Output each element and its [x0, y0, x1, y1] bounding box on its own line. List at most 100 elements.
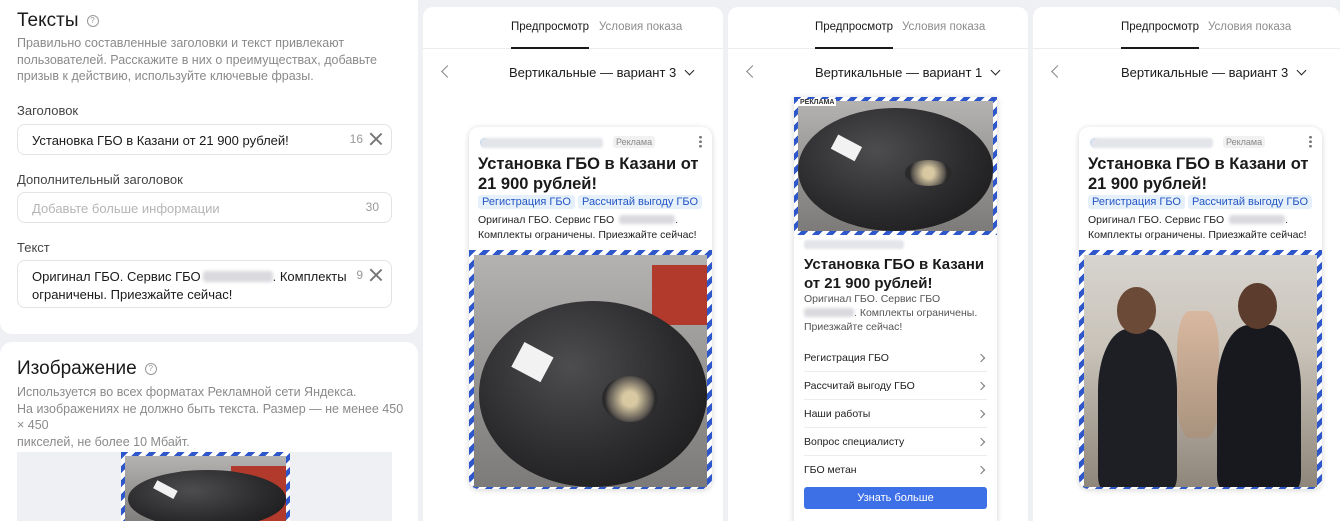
more-icon[interactable]: [1309, 135, 1312, 148]
help-icon[interactable]: ?: [144, 363, 157, 375]
cta-button[interactable]: Узнать больше: [804, 487, 987, 509]
chevron-left-icon[interactable]: [441, 65, 454, 78]
headline-counter: 16: [349, 132, 363, 146]
image-heading: Изображение?: [17, 358, 157, 380]
ad-image-frame: [1079, 250, 1322, 489]
tab-conditions[interactable]: Условия показа: [599, 21, 682, 33]
blurred-text: [804, 308, 854, 317]
variant-select[interactable]: Вертикальные — вариант 3: [1121, 65, 1307, 80]
ad-label: Реклама: [613, 136, 656, 148]
chevron-down-icon: [684, 65, 695, 76]
extra-headline-placeholder: Добавьте больше информации: [32, 201, 220, 216]
blurred-domain: [804, 240, 904, 249]
sitelink[interactable]: Рассчитай выгоду ГБО: [1187, 195, 1313, 209]
text-value: Оригинал ГБО. Сервис ГБО . Комплекты огран…: [32, 268, 347, 304]
sitelink[interactable]: Рассчитай выгоду ГБО: [577, 195, 703, 209]
text-value-part: Оригинал ГБО. Сервис ГБО: [32, 269, 201, 284]
ad-body: Оригинал ГБО. Сервис ГБО . Комплекты огра…: [478, 213, 708, 243]
blurred-domain: [481, 138, 603, 148]
variant-select[interactable]: Вертикальные — вариант 3: [509, 65, 695, 80]
more-icon[interactable]: [699, 135, 702, 148]
preview-tabs: Предпросмотр Условия показа: [423, 7, 723, 49]
tab-conditions[interactable]: Условия показа: [1208, 21, 1291, 33]
ad-title[interactable]: Установка ГБО в Казани от 21 900 рублей!: [804, 255, 994, 293]
gas-tank-image: [474, 255, 707, 487]
ad-body-part: Оригинал ГБО. Сервис ГБО: [1088, 214, 1225, 226]
ad-body-part: . Комплекты ограничены.: [854, 307, 978, 319]
ad-body-part: Комплекты ограничены. Приезжайте сейчас!: [478, 229, 697, 241]
tab-preview[interactable]: Предпросмотр: [1121, 21, 1199, 49]
ad-title[interactable]: Установка ГБО в Казани от 21 900 рублей!: [1088, 154, 1318, 194]
sitelink-row[interactable]: Регистрация ГБО: [804, 344, 987, 372]
sitelink-row[interactable]: Рассчитай выгоду ГБО: [804, 372, 987, 400]
image-description: Используется во всех форматах Рекламной …: [17, 384, 407, 450]
sitelink[interactable]: Регистрация ГБО: [478, 195, 575, 209]
chevron-down-icon: [1296, 65, 1307, 76]
text-label: Текст: [17, 240, 50, 255]
ad-sitelinks: Регистрация ГБО Рассчитай выгоду ГБО: [478, 195, 705, 209]
gas-tank-image: [798, 101, 993, 231]
ad-editor: Тексты? Правильно составленные заголовки…: [0, 0, 418, 521]
headline-label: Заголовок: [17, 103, 79, 118]
chevron-down-icon: [990, 65, 1001, 76]
tab-conditions[interactable]: Условия показа: [902, 21, 985, 33]
ad-preview-card: Реклама Установка ГБО в Казани от 21 900…: [1079, 127, 1322, 489]
ad-body-part: .: [1285, 214, 1289, 226]
ad-body: Оригинал ГБО. Сервис ГБО . Комплекты огра…: [1088, 213, 1318, 243]
app-root: Тексты? Правильно составленные заголовки…: [0, 0, 1340, 521]
clear-icon[interactable]: [369, 132, 383, 146]
image-desc-line: пикселей, не более 10 Мбайт.: [17, 434, 190, 449]
tab-preview[interactable]: Предпросмотр: [815, 21, 893, 49]
ad-body-part: Оригинал ГБО. Сервис ГБО: [804, 293, 941, 305]
variant-select[interactable]: Вертикальные — вариант 1: [815, 65, 1001, 80]
blurred-text: [619, 215, 676, 224]
variant-label: Вертикальные — вариант 3: [509, 65, 677, 80]
texts-description: Правильно составленные заголовки и текст…: [17, 36, 377, 83]
variant-label: Вертикальные — вариант 3: [1121, 65, 1289, 80]
help-icon[interactable]: ?: [86, 15, 99, 27]
image-desc-line: Используется во всех форматах Рекламной …: [17, 385, 357, 399]
image-upload-preview[interactable]: [17, 452, 392, 521]
tab-preview[interactable]: Предпросмотр: [511, 21, 589, 49]
chevron-left-icon[interactable]: [1051, 65, 1064, 78]
variant-label: Вертикальные — вариант 1: [815, 65, 983, 80]
texts-title: Тексты: [17, 10, 79, 31]
clear-icon[interactable]: [369, 268, 383, 282]
blurred-text: [1229, 215, 1286, 224]
headline-value: Установка ГБО в Казани от 21 900 рублей!: [32, 133, 289, 148]
image-title: Изображение: [17, 358, 137, 379]
headline-field[interactable]: Установка ГБО в Казани от 21 900 рублей!…: [17, 124, 392, 155]
people-photo: [1084, 255, 1317, 487]
extra-headline-field[interactable]: Добавьте больше информации 30: [17, 192, 392, 223]
text-value-part: . Комплекты: [272, 269, 347, 284]
preview-panel-2: Предпросмотр Условия показа Вертикальные…: [728, 7, 1028, 521]
text-value-part: ограничены. Приезжайте сейчас!: [32, 287, 233, 302]
preview-panel-1: Предпросмотр Условия показа Вертикальные…: [423, 7, 723, 521]
text-field[interactable]: Оригинал ГБО. Сервис ГБО . Комплекты огран…: [17, 260, 392, 308]
ad-body: Оригинал ГБО. Сервис ГБО . Комплекты огра…: [804, 292, 994, 334]
ad-title[interactable]: Установка ГБО в Казани от 21 900 рублей!: [478, 154, 708, 194]
blurred-text: [202, 271, 273, 282]
texts-section: Тексты? Правильно составленные заголовки…: [0, 0, 418, 334]
ad-body-part: Оригинал ГБО. Сервис ГБО: [478, 214, 615, 226]
extra-headline-counter: 30: [365, 200, 379, 214]
ad-body-part: .: [675, 214, 679, 226]
preview-tabs: Предпросмотр Условия показа: [1033, 7, 1340, 49]
ad-body-part: Комплекты ограничены. Приезжайте сейчас!: [1088, 229, 1307, 241]
image-desc-line: На изображениях не должно быть текста. Р…: [17, 401, 404, 433]
sitelink-row[interactable]: ГБО метан: [804, 456, 987, 484]
sitelink[interactable]: Регистрация ГБО: [1088, 195, 1185, 209]
variant-switcher: Вертикальные — вариант 3: [423, 63, 723, 83]
sitelink-row[interactable]: Вопрос специалисту: [804, 428, 987, 456]
ad-sitelinks: Регистрация ГБО Рассчитай выгоду ГБО: [1088, 195, 1315, 209]
ad-body-part: Приезжайте сейчас!: [804, 321, 903, 333]
preview-panel-3: Предпросмотр Условия показа Вертикальные…: [1033, 7, 1340, 521]
variant-switcher: Вертикальные — вариант 1: [728, 63, 1028, 83]
sitelink-row[interactable]: Наши работы: [804, 400, 987, 428]
preview-tabs: Предпросмотр Условия показа: [728, 7, 1028, 49]
image-thumbnail: [121, 452, 290, 521]
ad-preview-vertical: РЕКЛАМА Установка ГБО в Казани от 21 900…: [794, 97, 997, 521]
blurred-domain: [1091, 138, 1213, 148]
texts-heading: Тексты?: [17, 10, 99, 32]
chevron-left-icon[interactable]: [746, 65, 759, 78]
